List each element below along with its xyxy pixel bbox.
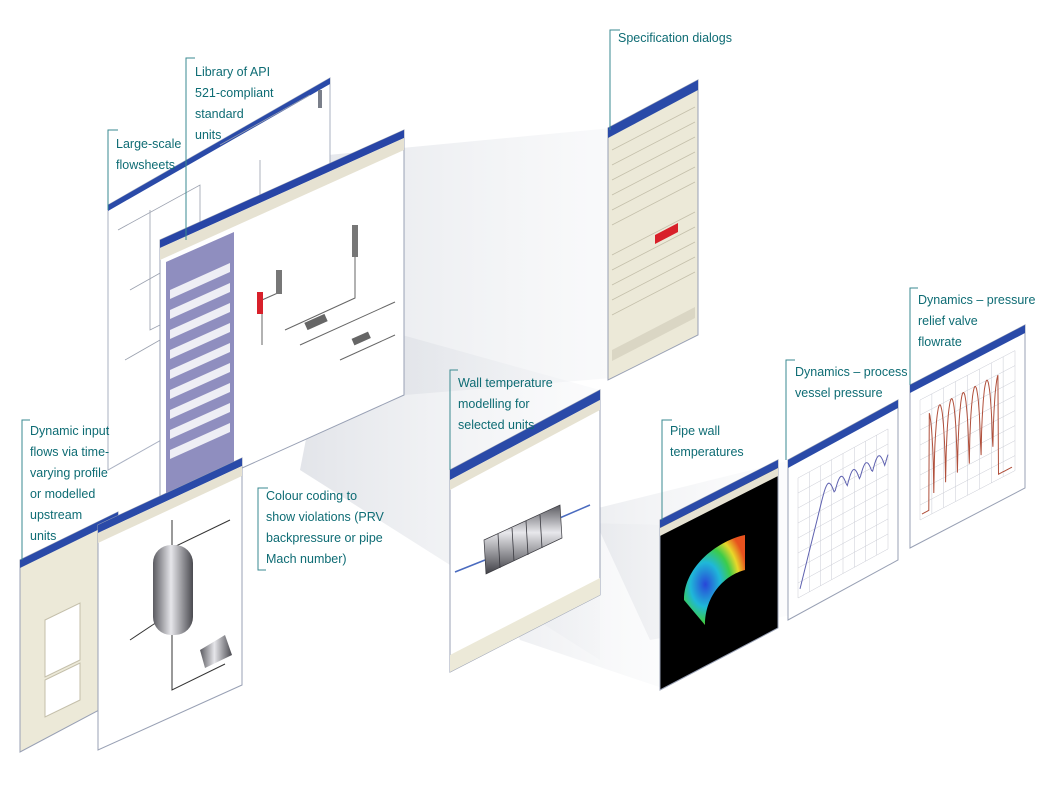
violation-unit (257, 292, 263, 314)
callout-wall-temp: Wall temperature modelling for selected … (458, 376, 553, 432)
callout-large-scale: Large-scale flowsheets (116, 137, 182, 172)
specification-dialog (607, 79, 699, 381)
callout-pipe-wall: Pipe wall temperatures (670, 424, 744, 459)
vessel-flowsheet-window (97, 457, 243, 751)
vessel-pressure-window (787, 399, 899, 621)
callout-library: Library of API 521-compliant standard un… (195, 65, 274, 142)
callout-dyn-prv: Dynamics – pressure relief valve flowrat… (918, 293, 1036, 349)
callout-colour-coding: Colour coding to show violations (PRV ba… (266, 489, 384, 566)
callout-specification: Specification dialogs (618, 31, 732, 45)
callout-dynamic-input: Dynamic input flows via time- varying pr… (30, 424, 110, 543)
callout-dyn-vessel: Dynamics – process vessel pressure (795, 365, 908, 400)
prv-flowrate-window (909, 324, 1026, 549)
diagram-stage: Large-scale flowsheets Library of API 52… (0, 0, 1037, 800)
